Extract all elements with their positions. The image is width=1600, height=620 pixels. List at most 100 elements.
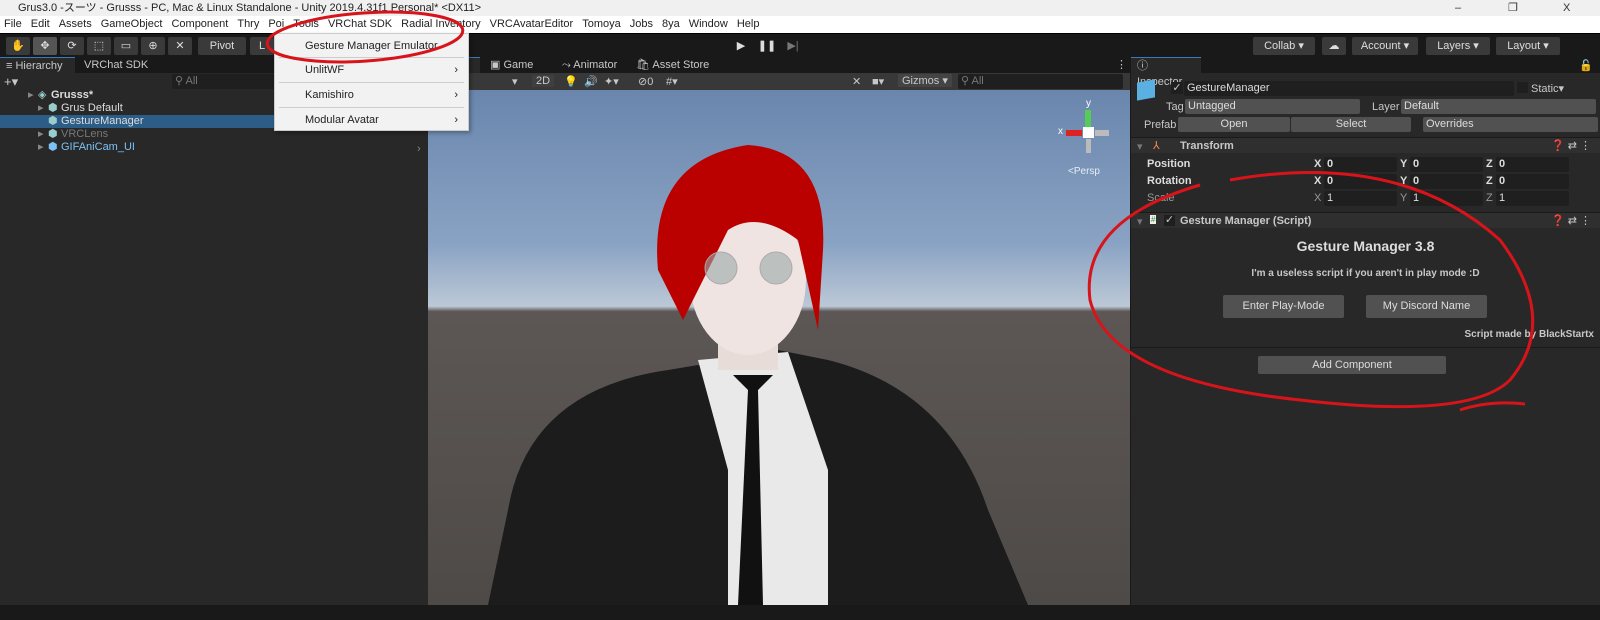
gizmos-dropdown[interactable]: Gizmos ▾	[898, 74, 952, 87]
draw-mode-dropdown[interactable]: ▾	[512, 75, 518, 88]
transform-tool-icon[interactable]: ⊕	[141, 37, 165, 55]
lighting-icon[interactable]: 💡	[564, 75, 578, 88]
rotate-tool-icon[interactable]: ⟳	[60, 37, 84, 55]
effects-icon[interactable]: ✦▾	[604, 75, 619, 88]
prefab-open-button[interactable]: Open	[1178, 117, 1290, 132]
step-button[interactable]: ▶|	[782, 37, 804, 55]
component-icons[interactable]: ❓ ⇄ ⋮	[1551, 214, 1591, 227]
menu-8ya[interactable]: 8ya	[662, 16, 680, 33]
menu-jobs[interactable]: Jobs	[630, 16, 653, 33]
layout-dropdown[interactable]: Layout ▾	[1496, 37, 1560, 55]
center-cube[interactable]	[1083, 127, 1094, 138]
menu-edit[interactable]: Edit	[31, 16, 50, 33]
tab-asset-store[interactable]: 🛍 Asset Store	[630, 57, 715, 73]
more-icon[interactable]: ⋮	[1116, 57, 1127, 73]
lock-icon[interactable]: 🔓	[1579, 58, 1593, 74]
tab-vrchat-sdk[interactable]: VRChat SDK	[78, 57, 154, 73]
static-dropdown[interactable]: Static▾	[1531, 82, 1564, 95]
play-button[interactable]: ▶	[730, 37, 752, 55]
position-z-field[interactable]: 0	[1496, 157, 1569, 172]
transform-header[interactable]: ▾ ⅄ Transform ❓ ⇄ ⋮	[1131, 137, 1600, 153]
projection-label[interactable]: <Persp	[1068, 166, 1100, 177]
scale-tool-icon[interactable]: ⬚	[87, 37, 111, 55]
tag-dropdown[interactable]: Untagged	[1185, 99, 1360, 114]
menu-tools[interactable]: Tools	[293, 16, 319, 33]
tools-icon[interactable]: ✕	[852, 75, 861, 88]
prefab-overrides-dropdown[interactable]: Overrides	[1423, 117, 1598, 132]
rect-tool-icon[interactable]: ▭	[114, 37, 138, 55]
x-axis-cone[interactable]	[1066, 130, 1082, 136]
menu-radial-inventory[interactable]: Radial Inventory	[401, 16, 481, 33]
scale-z-field[interactable]: 1	[1496, 191, 1569, 206]
minimize-button[interactable]: –	[1455, 0, 1461, 16]
layers-dropdown[interactable]: Layers ▾	[1426, 37, 1490, 55]
camera-icon[interactable]: ■▾	[872, 75, 884, 88]
hand-tool-icon[interactable]: ✋	[6, 37, 30, 55]
custom-tool-icon[interactable]: ✕	[168, 37, 192, 55]
hierarchy-item[interactable]: ▸ ⬢ GIFAniCam_UI	[0, 141, 428, 154]
z-axis-cone[interactable]	[1095, 130, 1109, 136]
neg-y-cone[interactable]	[1086, 139, 1091, 153]
tab-inspector[interactable]: ⓘ Inspector	[1131, 57, 1201, 88]
rotation-x-field[interactable]: 0	[1324, 174, 1397, 189]
layer-dropdown[interactable]: Default	[1401, 99, 1596, 114]
scale-y-field[interactable]: 1	[1410, 191, 1483, 206]
menu-item-gesture-manager-emulator[interactable]: Gesture Manager Emulator	[275, 35, 468, 57]
menu-assets[interactable]: Assets	[59, 16, 92, 33]
menu-tomoya[interactable]: Tomoya	[582, 16, 621, 33]
position-x-field[interactable]: 0	[1324, 157, 1397, 172]
pivot-toggle[interactable]: Pivot	[198, 37, 246, 55]
expand-arrow-icon[interactable]: ▸	[38, 102, 44, 115]
active-checkbox[interactable]: ✓	[1171, 82, 1183, 94]
audio-icon[interactable]: 🔊	[584, 75, 598, 88]
add-component-button[interactable]: Add Component	[1258, 356, 1446, 374]
menu-item-modular-avatar[interactable]: Modular Avatar ›	[275, 109, 468, 131]
menu-vrcavatareditor[interactable]: VRCAvatarEditor	[490, 16, 574, 33]
foldout-arrow-icon[interactable]: ▾	[1137, 215, 1143, 228]
static-checkbox[interactable]	[1517, 82, 1528, 93]
scene-viewport[interactable]: y x <Persp	[428, 90, 1130, 605]
menu-item-unlitwf[interactable]: UnlitWF ›	[275, 59, 468, 81]
hidden-objects-toggle[interactable]: ⊘0	[638, 75, 653, 88]
tab-hierarchy[interactable]: ≡ Hierarchy	[0, 57, 75, 73]
rotation-y-field[interactable]: 0	[1410, 174, 1483, 189]
menu-gameobject[interactable]: GameObject	[101, 16, 163, 33]
script-enabled-checkbox[interactable]: ✓	[1164, 215, 1175, 226]
grid-icon[interactable]: #▾	[666, 75, 678, 88]
maximize-button[interactable]: ❐	[1508, 0, 1518, 16]
position-y-field[interactable]: 0	[1410, 157, 1483, 172]
collab-dropdown[interactable]: Collab ▾	[1253, 37, 1315, 55]
menu-thry[interactable]: Thry	[237, 16, 259, 33]
tab-animator[interactable]: ⤳ Animator	[556, 57, 623, 73]
prefab-select-button[interactable]: Select	[1291, 117, 1411, 132]
cloud-icon[interactable]: ☁	[1322, 37, 1346, 55]
scale-x-field[interactable]: 1	[1324, 191, 1397, 206]
expand-arrow-icon[interactable]: ▸	[38, 128, 44, 141]
menu-poi[interactable]: Poi	[268, 16, 284, 33]
scene-search-input[interactable]: ⚲ All	[958, 74, 1123, 89]
foldout-arrow-icon[interactable]: ▾	[1137, 140, 1143, 153]
local-toggle[interactable]: L	[250, 37, 274, 55]
menu-item-kamishiro[interactable]: Kamishiro ›	[275, 84, 468, 106]
close-button[interactable]: X	[1563, 0, 1570, 16]
2d-toggle[interactable]: 2D	[532, 75, 555, 87]
pause-button[interactable]: ❚❚	[756, 37, 778, 55]
object-name-field[interactable]: GestureManager	[1184, 81, 1514, 96]
move-tool-icon[interactable]: ✥	[33, 37, 57, 55]
enter-play-mode-button[interactable]: Enter Play-Mode	[1223, 295, 1344, 318]
orientation-gizmo[interactable]: y x	[1058, 98, 1118, 158]
component-icons[interactable]: ❓ ⇄ ⋮	[1551, 139, 1591, 152]
rotation-z-field[interactable]: 0	[1496, 174, 1569, 189]
tab-game[interactable]: ▣ Game	[484, 57, 539, 73]
menu-component[interactable]: Component	[171, 16, 228, 33]
expand-arrow-icon[interactable]: ▸	[28, 89, 34, 102]
expand-arrow-icon[interactable]: ▸	[38, 141, 44, 154]
menu-window[interactable]: Window	[689, 16, 728, 33]
script-header[interactable]: ▾ # ✓ Gesture Manager (Script) ❓ ⇄ ⋮	[1131, 212, 1600, 228]
account-dropdown[interactable]: Account ▾	[1352, 37, 1418, 55]
add-button[interactable]: +▾	[4, 74, 18, 90]
menu-vrchat-sdk[interactable]: VRChat SDK	[328, 16, 392, 33]
menu-file[interactable]: File	[4, 16, 22, 33]
menu-help[interactable]: Help	[737, 16, 760, 33]
discord-name-button[interactable]: My Discord Name	[1366, 295, 1487, 318]
